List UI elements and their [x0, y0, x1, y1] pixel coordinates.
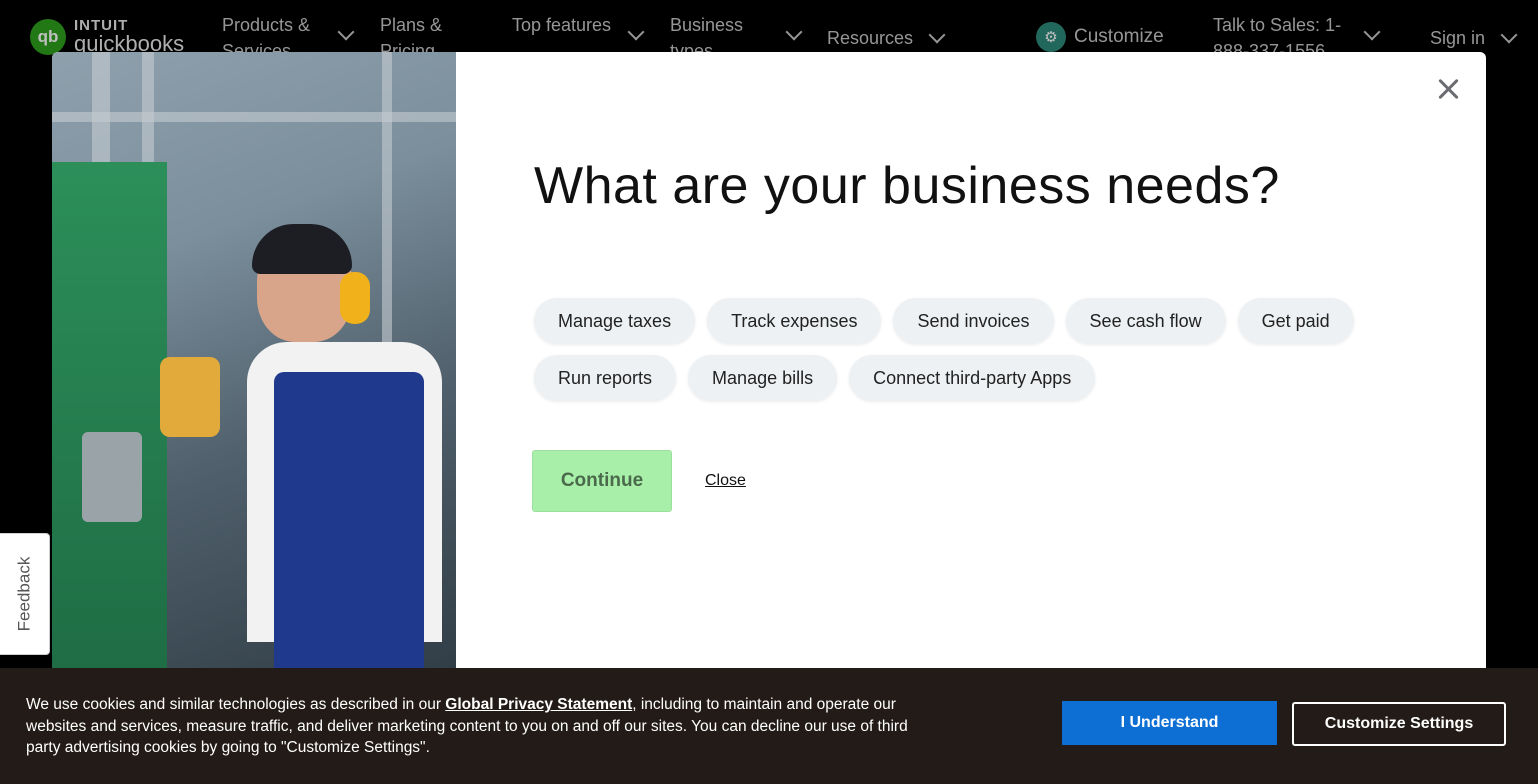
continue-button[interactable]: Continue — [532, 450, 672, 512]
modal-headline: What are your business needs? — [534, 157, 1280, 215]
customize-settings-button[interactable]: Customize Settings — [1292, 702, 1506, 746]
business-needs-modal: What are your business needs? Manage tax… — [52, 52, 1486, 692]
i-understand-button[interactable]: I Understand — [1062, 701, 1277, 745]
chip-track-expenses[interactable]: Track expenses — [707, 298, 882, 344]
chip-get-paid[interactable]: Get paid — [1237, 298, 1354, 344]
chip-connect-third-party-apps[interactable]: Connect third-party Apps — [849, 355, 1096, 401]
feedback-label: Feedback — [14, 556, 34, 632]
factory-worker-photo — [52, 52, 456, 692]
business-needs-options: Manage taxes Track expenses Send invoice… — [534, 298, 1404, 401]
cookie-message: We use cookies and similar technologies … — [26, 694, 936, 759]
chip-manage-bills[interactable]: Manage bills — [688, 355, 838, 401]
cookie-banner: We use cookies and similar technologies … — [0, 668, 1538, 784]
chip-send-invoices[interactable]: Send invoices — [893, 298, 1054, 344]
close-link[interactable]: Close — [705, 472, 746, 490]
chip-run-reports[interactable]: Run reports — [534, 355, 677, 401]
chip-manage-taxes[interactable]: Manage taxes — [534, 298, 696, 344]
feedback-tab[interactable]: Feedback — [0, 533, 50, 655]
close-icon[interactable] — [1434, 74, 1464, 104]
privacy-statement-link[interactable]: Global Privacy Statement — [445, 696, 632, 713]
chip-see-cash-flow[interactable]: See cash flow — [1065, 298, 1226, 344]
cookie-text-before: We use cookies and similar technologies … — [26, 696, 446, 713]
